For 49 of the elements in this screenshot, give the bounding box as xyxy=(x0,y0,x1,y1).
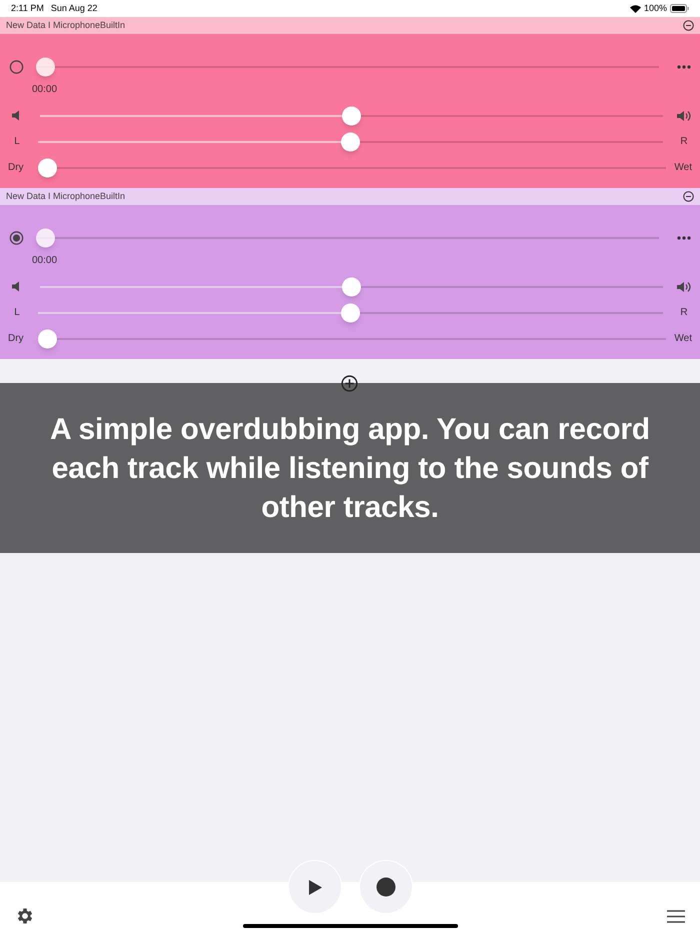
dry-label: Dry xyxy=(8,161,24,175)
remove-icon[interactable] xyxy=(683,191,694,202)
pan-left-label: L xyxy=(13,306,21,320)
speaker-high-icon xyxy=(677,280,691,292)
time-label: 00:00 xyxy=(32,84,58,95)
track-title: New Data I MicrophoneBuiltIn xyxy=(5,18,126,32)
settings-icon[interactable] xyxy=(15,906,35,926)
record-arm-radio[interactable] xyxy=(9,59,24,75)
time-label: 00:00 xyxy=(32,255,58,266)
wet-label: Wet xyxy=(674,332,692,346)
slider-track[interactable] xyxy=(40,106,663,125)
slider-track[interactable] xyxy=(40,277,663,296)
speaker-low-icon xyxy=(12,281,21,292)
wifi-icon xyxy=(630,4,641,12)
slider-thumb[interactable] xyxy=(38,329,57,348)
more-icon[interactable] xyxy=(677,65,691,69)
pan-right-label: R xyxy=(679,135,689,149)
slider-track[interactable] xyxy=(38,329,666,348)
slider-track[interactable] xyxy=(38,132,663,151)
slider-thumb[interactable] xyxy=(36,228,55,248)
menu-icon[interactable] xyxy=(667,910,685,922)
remove-icon[interactable] xyxy=(683,20,694,31)
play-icon xyxy=(308,878,322,896)
slider-track[interactable] xyxy=(38,158,666,177)
caption-text: A simple overdubbing app. You can record each track while listening to the sounds of other tracks. xyxy=(49,412,651,526)
record-icon xyxy=(376,877,396,897)
more-icon[interactable] xyxy=(677,236,691,240)
add-track-icon[interactable] xyxy=(341,375,358,392)
pan-right-label: R xyxy=(679,306,689,320)
wet-label: Wet xyxy=(674,161,692,175)
status-date: Sun Aug 22 xyxy=(50,2,98,15)
pan-left-label: L xyxy=(13,135,21,149)
record-arm-radio[interactable] xyxy=(9,230,24,246)
status-time: 2:11 PM xyxy=(11,2,44,15)
slider-track[interactable] xyxy=(36,228,659,248)
slider-track[interactable] xyxy=(36,58,659,76)
dry-label: Dry xyxy=(8,332,24,346)
slider-thumb[interactable] xyxy=(38,158,57,177)
slider-thumb[interactable] xyxy=(36,58,55,76)
speaker-high-icon xyxy=(677,110,691,122)
track-title: New Data I MicrophoneBuiltIn xyxy=(5,190,126,203)
slider-track[interactable] xyxy=(38,303,663,322)
speaker-low-icon xyxy=(12,110,21,121)
slider-thumb[interactable] xyxy=(341,132,360,151)
slider-thumb[interactable] xyxy=(342,106,361,125)
battery-percent: 100% xyxy=(644,2,667,15)
slider-thumb[interactable] xyxy=(342,277,361,296)
battery-icon xyxy=(670,4,689,13)
slider-thumb[interactable] xyxy=(341,303,360,322)
